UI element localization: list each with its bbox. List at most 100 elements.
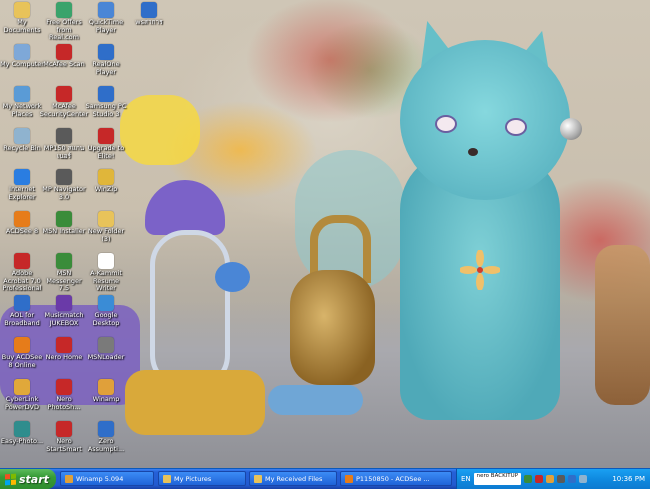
winamp-icon <box>98 379 114 395</box>
acdsee-buy-icon <box>14 337 30 353</box>
taskbar-button[interactable]: Winamp 5.094 <box>60 471 154 486</box>
desktop-icon-label: New Folder (3) <box>87 227 125 243</box>
desktop-icon[interactable]: CyberLink PowerDVD <box>0 379 44 411</box>
taskbar-button[interactable]: My Received Files <box>249 471 337 486</box>
desktop-icon-label: QuickTime Player <box>88 18 124 34</box>
wallpaper-clip-feet <box>125 370 265 435</box>
desktop-icon[interactable]: MP Navigator 3.0 <box>42 169 86 201</box>
tray-security-icon[interactable] <box>579 475 588 483</box>
desktop-icon[interactable]: Upgrade to Elite! <box>84 128 128 160</box>
desktop-icon[interactable]: Easy-Photo... <box>0 421 44 446</box>
desktop-icon[interactable]: QuickTime Player <box>84 2 128 34</box>
desktop-icon[interactable]: MSN Installer <box>42 211 86 236</box>
desktop-icon[interactable]: New Folder (3) <box>84 211 128 243</box>
desktop-icon[interactable]: Buy ACDSee 8 Online <box>0 337 44 369</box>
wallpaper-brass-feet <box>268 385 363 415</box>
network-icon <box>14 86 30 102</box>
desktop-icon[interactable]: Adobe Acrobat 7.0 Professional <box>0 253 44 293</box>
desktop-icon[interactable]: Samsung PC Studio 3 <box>84 86 128 118</box>
nero-photoshow-icon <box>56 379 72 395</box>
desktop-icon-label: RealOne Player <box>92 60 120 76</box>
desktop-icon[interactable]: Nero PhotoSh... <box>42 379 86 411</box>
taskbar-button[interactable]: P1150850 - ACDSee ... <box>340 471 452 486</box>
google-desktop-icon <box>98 295 114 311</box>
desktop-icon[interactable]: My Computer <box>0 44 44 69</box>
powerdvd-icon <box>14 379 30 395</box>
desktop-icon[interactable]: Musicmatch JUKEBOX <box>42 295 86 327</box>
desktop-icon-label: McAfee Scan <box>43 60 85 68</box>
easy-photo-icon <box>14 421 30 437</box>
tray-msn-icon[interactable] <box>524 475 533 483</box>
taskbar-button-label: My Pictures <box>174 474 212 483</box>
wallpaper-cat-nose <box>468 148 478 156</box>
desktop-icon[interactable]: Zero Assumpti... <box>84 421 128 453</box>
realone-icon <box>98 44 114 60</box>
desktop-icon-label: CyberLink PowerDVD <box>5 395 39 411</box>
desktop-icon[interactable]: AOL for Broadband <box>0 295 44 327</box>
msn-messenger-icon <box>56 253 72 269</box>
desktop-icon-label: McAfee SecurityCenter <box>39 102 89 118</box>
desktop-icon[interactable]: RealOne Player <box>84 44 128 76</box>
desktop-icon[interactable]: MP150 สแกนเนอร์ <box>42 128 86 160</box>
samsung-icon <box>98 86 114 102</box>
wallpaper-clip-hand <box>215 262 250 292</box>
wallpaper-clip-body <box>150 230 230 390</box>
desktop-icon-label: Google Desktop <box>92 311 120 327</box>
desktop-icon-label: WinZip <box>94 185 118 193</box>
desktop-icon[interactable]: WinZip <box>84 169 128 194</box>
taskbar-button[interactable]: My Pictures <box>158 471 246 486</box>
desktop-icon[interactable]: Internet Explorer <box>0 169 44 201</box>
mcafee-securitycenter-icon <box>56 86 72 102</box>
clock[interactable]: 10:36 PM <box>612 475 645 483</box>
desktop-icon-label: MSN Installer <box>42 227 86 235</box>
wallpaper-clip-hat <box>145 180 225 235</box>
desktop-icon-label: wsสาการ <box>135 18 163 26</box>
desktop-icon[interactable]: MSN Messenger 7.5 <box>42 253 86 293</box>
taskbar-button-label: Winamp 5.094 <box>76 474 124 483</box>
desktop-icon[interactable]: McAfee Scan <box>42 44 86 69</box>
tray-winamp-icon[interactable] <box>546 475 555 483</box>
tray-mcafee-icon[interactable] <box>535 475 544 483</box>
desktop-icon[interactable]: My Documents <box>0 2 44 34</box>
folder-task-icon <box>163 474 171 483</box>
tray-volume-icon[interactable] <box>557 475 566 483</box>
desktop-icon[interactable]: Free Offers from Real.com <box>42 2 86 42</box>
desktop-icon[interactable]: wsสาการ <box>127 2 171 27</box>
desktop-icon[interactable]: My Network Places <box>0 86 44 118</box>
desktop[interactable]: My Documents Free Offers from Real.com Qui… <box>0 0 650 468</box>
desktop-icon[interactable]: Recycle Bin <box>0 128 44 153</box>
desktop-icon[interactable]: McAfee SecurityCenter <box>39 86 89 118</box>
desktop-icon-label: Nero StartSmart <box>46 437 82 453</box>
desktop-icon[interactable]: ACDSee 8 <box>0 211 44 236</box>
nero-home-icon <box>56 337 72 353</box>
language-indicator[interactable]: EN <box>461 475 471 483</box>
acdsee-icon <box>14 211 30 227</box>
recycle-bin-icon <box>14 128 30 144</box>
desktop-icon-label: Winamp <box>92 395 120 403</box>
real-offers-icon <box>56 2 72 18</box>
msn-loader-icon <box>98 337 114 353</box>
desktop-icon[interactable]: MSNLoader <box>84 337 128 362</box>
desktop-icon-label: MSN Messenger 7.5 <box>46 269 82 292</box>
nero-backitup-button[interactable]: nero BACKITUP <box>473 473 522 485</box>
zero-assumption-icon <box>98 421 114 437</box>
desktop-icon[interactable]: Google Desktop <box>84 295 128 327</box>
tray-network-icon[interactable] <box>568 475 577 483</box>
folder-documents-icon <box>14 2 30 18</box>
desktop-icon[interactable]: Winamp <box>84 379 128 404</box>
desktop-icon[interactable]: Nero StartSmart <box>42 421 86 453</box>
document-icon <box>98 253 114 269</box>
desktop-icon[interactable]: A-Kammit Resume Writer <box>84 253 128 293</box>
start-label: start <box>19 472 49 486</box>
desktop-icon-label: Nero Home <box>45 353 83 361</box>
mp-navigator-icon <box>56 169 72 185</box>
aol-icon <box>14 295 30 311</box>
desktop-icon[interactable]: Nero Home <box>42 337 86 362</box>
desktop-icon-label: MP150 สแกนเนอร์ <box>43 144 85 160</box>
desktop-icon-label: Internet Explorer <box>8 185 36 201</box>
folder-task-icon <box>254 474 262 483</box>
desktop-icon-label: Musicmatch JUKEBOX <box>44 311 84 327</box>
internet-explorer-icon <box>14 169 30 185</box>
start-button[interactable]: start <box>0 469 56 489</box>
winamp-task-icon <box>65 474 73 483</box>
